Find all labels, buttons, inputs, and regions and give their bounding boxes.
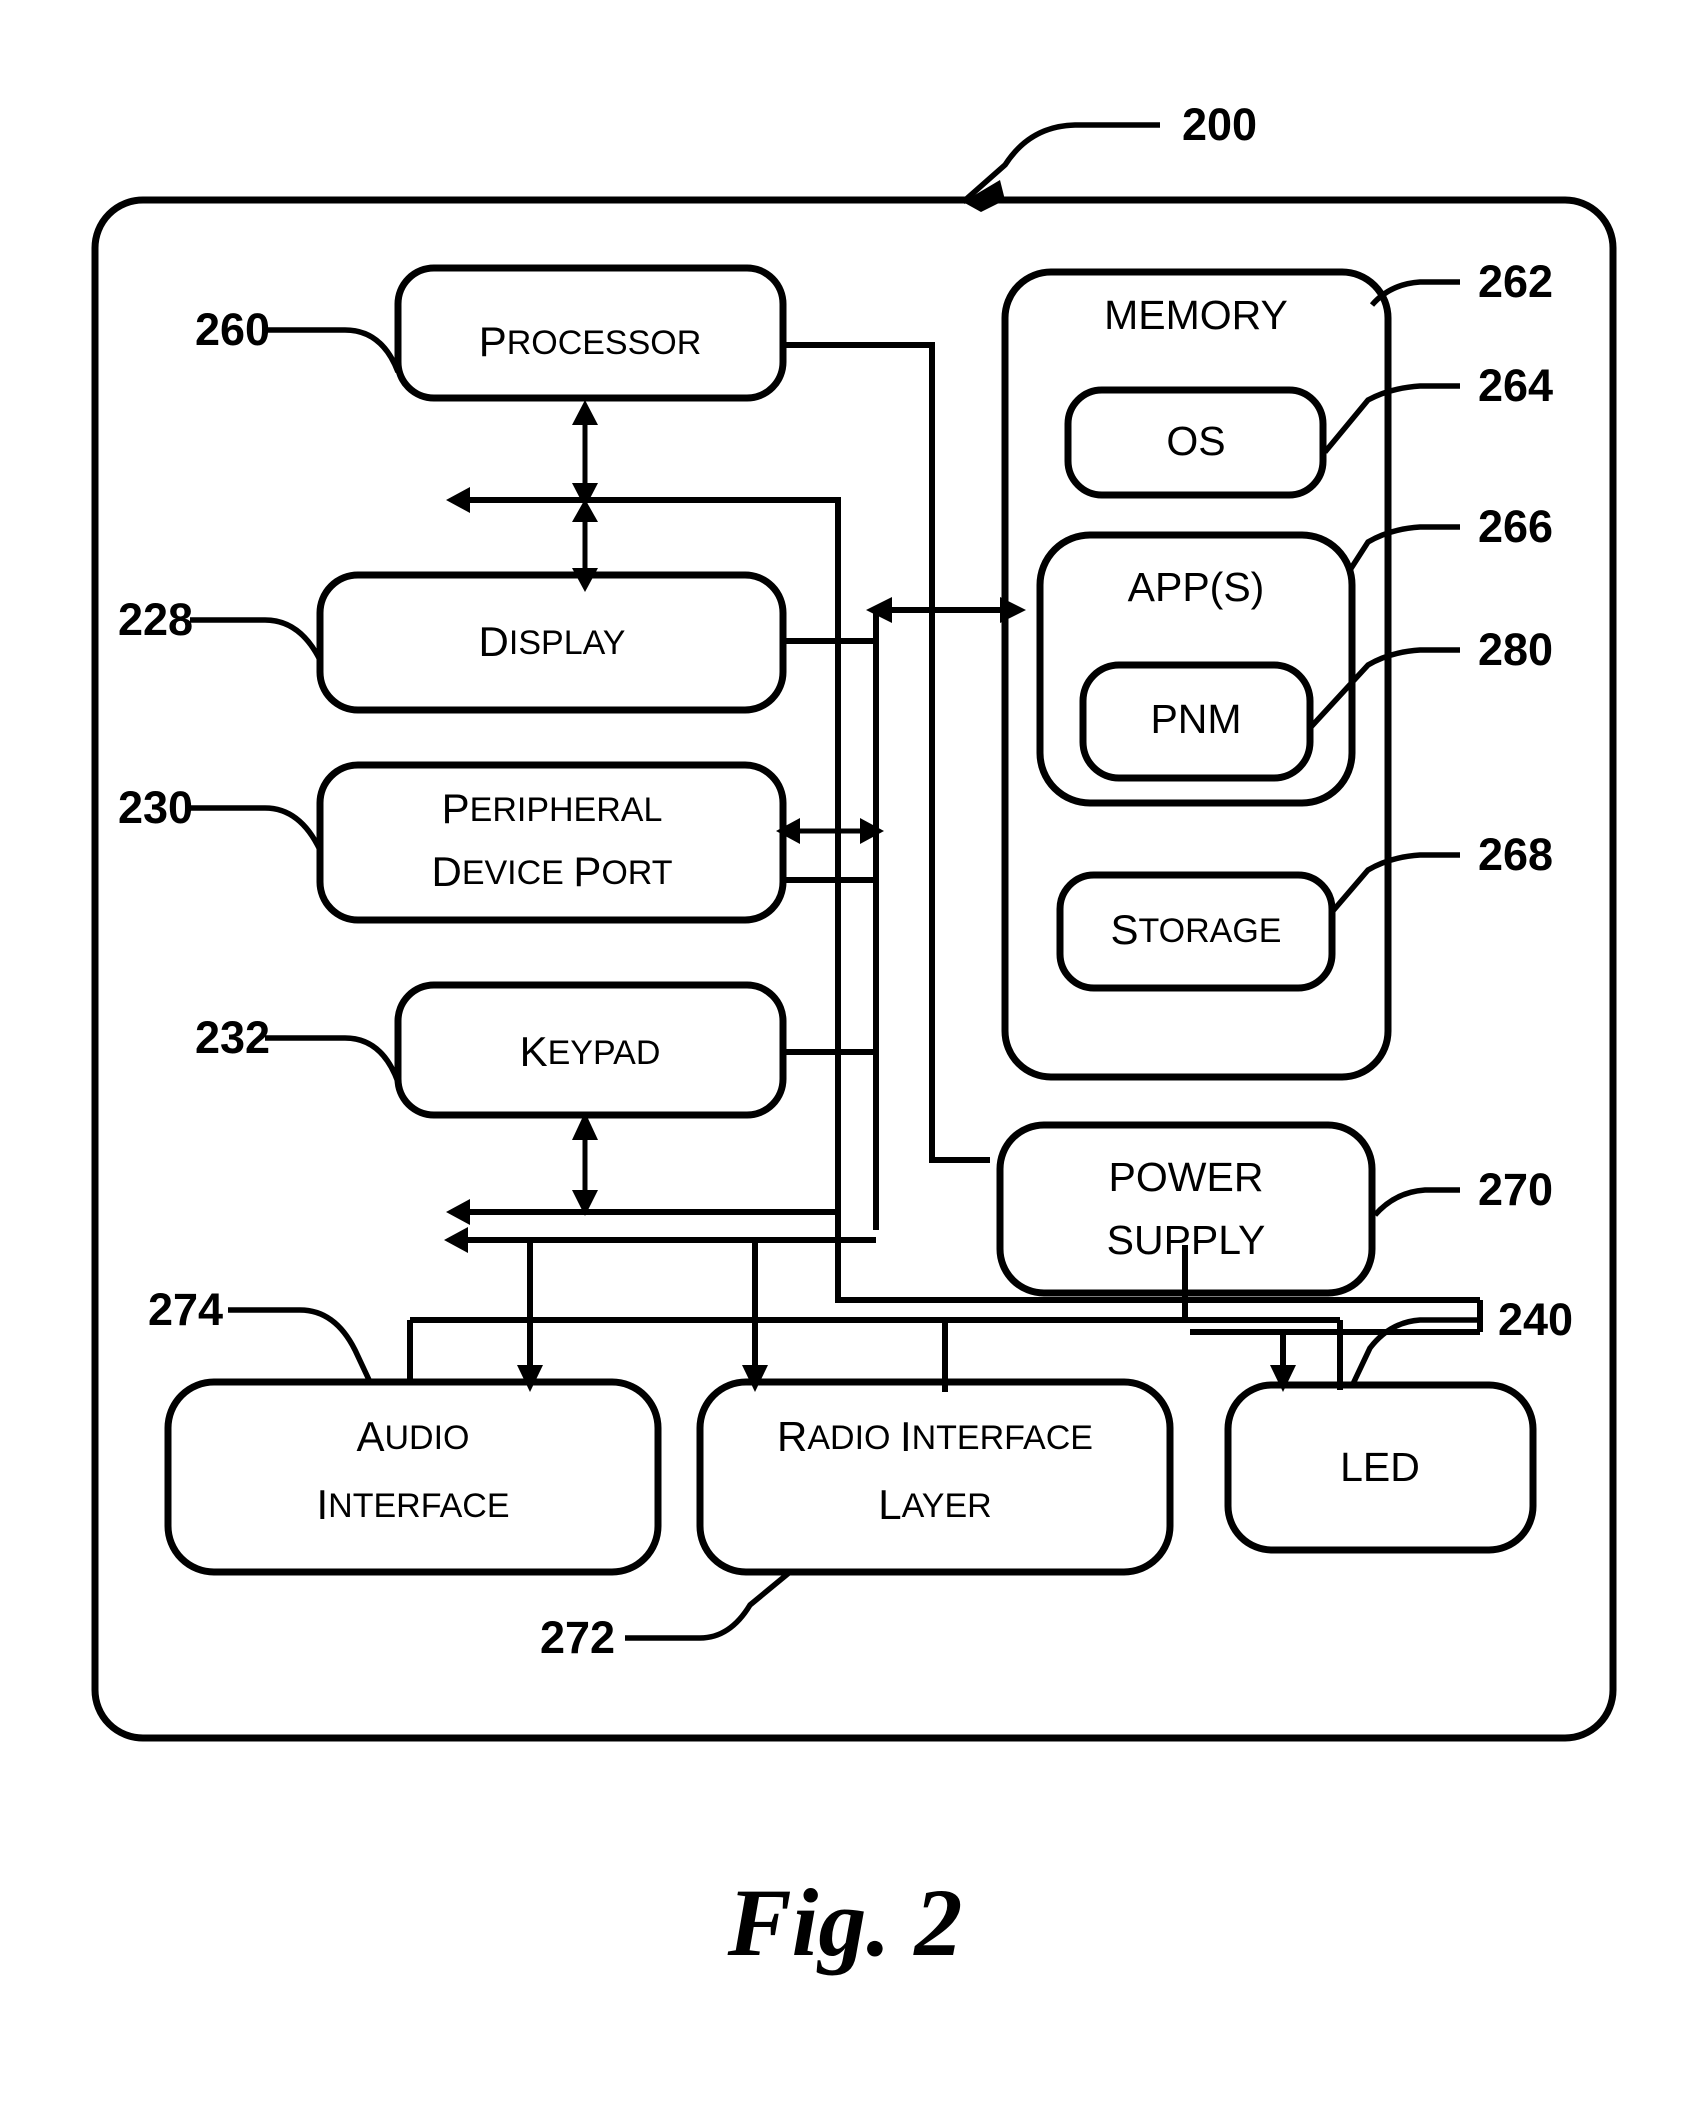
led-label: LED: [1340, 1444, 1420, 1490]
audio-interface-label-line1: AUDIO: [356, 1413, 469, 1460]
figure-caption: Fig. 2: [727, 1869, 963, 1976]
leader-272: [625, 1569, 792, 1641]
leader-270: [1372, 1187, 1460, 1217]
block-pnm: PNM: [1079, 661, 1314, 782]
storage-label: STORAGE: [1111, 906, 1282, 953]
ref-num-262: 262: [1478, 256, 1553, 307]
block-led: LED: [1224, 1381, 1537, 1554]
radio-interface-layer-label-line1: RADIO INTERFACE: [777, 1413, 1093, 1460]
ref-num-264: 264: [1478, 360, 1553, 411]
leader-264: [1322, 383, 1460, 454]
leader-232: [265, 1035, 401, 1083]
ref-num-240: 240: [1498, 1294, 1573, 1345]
peripheral-device-port-box: [316, 761, 787, 924]
block-storage: STORAGE: [1056, 871, 1336, 992]
arrow-left-lower-rail: [446, 1199, 470, 1225]
leader-260: [265, 327, 401, 374]
ref-num-228: 228: [118, 594, 193, 645]
block-keypad: KEYPAD: [394, 981, 787, 1119]
leader-228: [190, 617, 323, 662]
leader-230: [190, 805, 323, 852]
block-os: OS: [1064, 386, 1327, 499]
ref-num-230: 230: [118, 782, 193, 833]
audio-interface-box: [164, 1378, 662, 1576]
ref-num-270: 270: [1478, 1164, 1553, 1215]
power-supply-label-line2: SUPPLY: [1107, 1217, 1266, 1263]
arrow-right-pdp-bus: [860, 818, 884, 844]
keypad-label: KEYPAD: [520, 1028, 661, 1075]
patent-figure-2: PROCESSOR DISPLAY PERIPHERAL DEVICE PORT…: [0, 0, 1690, 2127]
block-diagram-svg: PROCESSOR DISPLAY PERIPHERAL DEVICE PORT…: [91, 99, 1617, 1976]
ref-num-266: 266: [1478, 501, 1553, 552]
block-peripheral-device-port: PERIPHERAL DEVICE PORT: [316, 761, 787, 924]
radio-interface-layer-label-line2: LAYER: [878, 1481, 991, 1528]
arrow-left-upper-rail: [446, 487, 470, 513]
block-processor: PROCESSOR: [394, 264, 787, 402]
ref-num-260: 260: [195, 304, 270, 355]
os-label: OS: [1166, 418, 1225, 464]
block-audio-interface: AUDIO INTERFACE: [164, 1378, 662, 1576]
ref-num-272: 272: [540, 1612, 615, 1663]
radio-interface-layer-box: [696, 1378, 1174, 1576]
memory-label: MEMORY: [1104, 292, 1288, 338]
arrow-up-processor: [572, 400, 598, 425]
peripheral-device-port-label-line2: DEVICE PORT: [431, 848, 672, 895]
ref-num-232: 232: [195, 1012, 270, 1063]
display-label: DISPLAY: [479, 618, 626, 665]
ref-num-274: 274: [148, 1284, 223, 1335]
ref-num-280: 280: [1478, 624, 1553, 675]
block-display: DISPLAY: [316, 571, 787, 714]
ref-num-200: 200: [1182, 99, 1257, 150]
block-radio-interface-layer: RADIO INTERFACE LAYER: [696, 1378, 1174, 1576]
ref-num-268: 268: [1478, 829, 1553, 880]
leader-266: [1347, 524, 1460, 572]
audio-interface-label-line2: INTERFACE: [316, 1481, 509, 1528]
arrow-left-lower-rail-2: [444, 1227, 468, 1253]
peripheral-device-port-label-line1: PERIPHERAL: [442, 785, 663, 832]
processor-label: PROCESSOR: [479, 318, 702, 365]
leader-274: [228, 1307, 373, 1384]
pnm-label: PNM: [1150, 696, 1241, 742]
power-supply-label-line1: POWER: [1109, 1154, 1264, 1200]
apps-label: APP(S): [1128, 564, 1265, 610]
leader-268: [1329, 852, 1460, 914]
